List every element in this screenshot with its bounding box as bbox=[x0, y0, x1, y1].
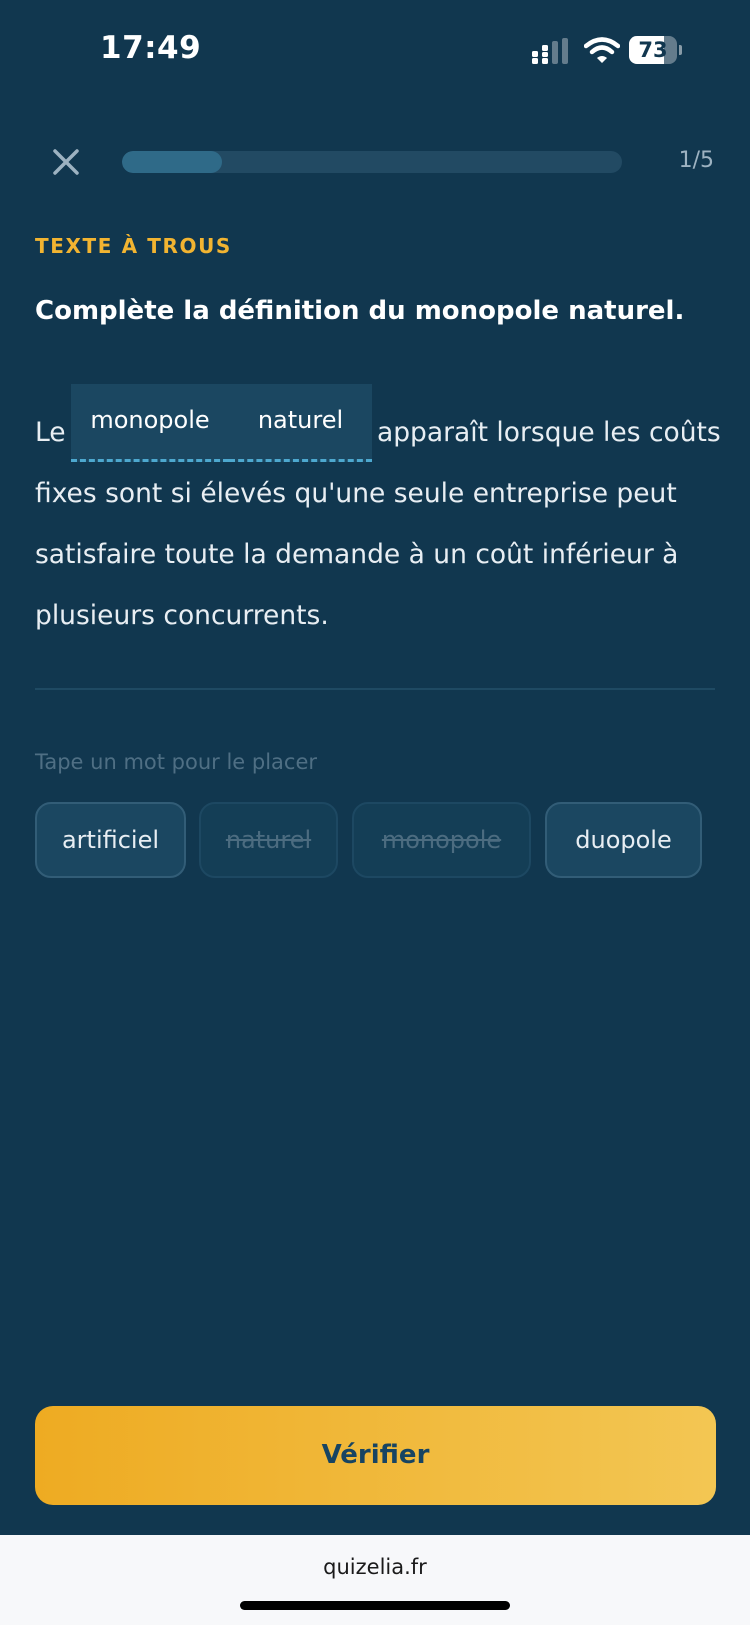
signal-icon bbox=[532, 38, 568, 64]
sentence-line-1: apparaît lorsque les coûts bbox=[377, 417, 721, 448]
battery-nub bbox=[679, 45, 682, 55]
sentence-line-4: plusieurs concurrents. bbox=[35, 600, 329, 631]
progress-fill bbox=[122, 151, 222, 173]
browser-bottom-bar: quizelia.fr bbox=[0, 1535, 750, 1625]
section-label: TEXTE À TROUS bbox=[35, 234, 232, 258]
progress-count: 1/5 bbox=[678, 148, 714, 173]
hint-text: Tape un mot pour le placer bbox=[35, 750, 318, 774]
status-bar: 17:49 73 bbox=[0, 0, 750, 100]
url-text[interactable]: quizelia.fr bbox=[0, 1555, 750, 1579]
quiz-screen: 17:49 73 1/5 TEXTE À TROUS Complète la d… bbox=[0, 0, 750, 1535]
close-icon[interactable] bbox=[46, 142, 86, 182]
verify-button[interactable]: Vérifier bbox=[35, 1406, 716, 1505]
question-title: Complète la définition du monopole natur… bbox=[35, 296, 685, 326]
word-chip-monopole[interactable]: monopole bbox=[352, 802, 531, 878]
sentence-line-2: fixes sont si élevés qu'une seule entrep… bbox=[35, 478, 677, 509]
sentence-line-3: satisfaire toute la demande à un coût in… bbox=[35, 539, 679, 570]
sentence-prefix: Le bbox=[35, 417, 66, 448]
word-chip-naturel[interactable]: naturel bbox=[199, 802, 338, 878]
divider bbox=[35, 688, 715, 690]
wifi-icon bbox=[584, 37, 620, 63]
word-chip-duopole[interactable]: duopole bbox=[545, 802, 702, 878]
battery-icon: 73 bbox=[629, 36, 682, 64]
progress-bar bbox=[122, 151, 622, 173]
home-indicator[interactable] bbox=[240, 1601, 510, 1610]
status-time: 17:49 bbox=[100, 30, 202, 66]
battery-level: 73 bbox=[638, 38, 668, 62]
blank-slot-1[interactable]: monopole bbox=[71, 384, 229, 462]
blank-slot-2[interactable]: naturel bbox=[229, 384, 372, 462]
word-chip-artificiel[interactable]: artificiel bbox=[35, 802, 186, 878]
battery-body: 73 bbox=[629, 36, 677, 64]
